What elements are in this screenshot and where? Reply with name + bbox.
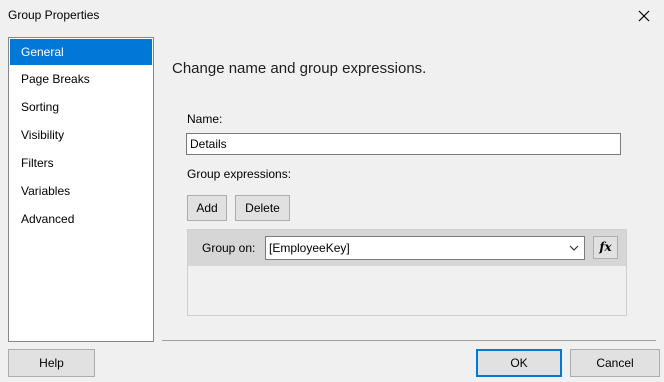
group-properties-dialog: Group Properties General Page Breaks Sor… — [0, 0, 664, 382]
name-label: Name: — [187, 112, 223, 126]
group-on-combobox[interactable]: [EmployeeKey] — [265, 236, 585, 260]
expression-button[interactable]: fx — [593, 236, 618, 259]
close-button[interactable] — [628, 0, 660, 32]
footer-separator — [162, 340, 656, 341]
name-field[interactable]: Details — [186, 133, 621, 155]
close-icon — [638, 10, 650, 22]
sidebar-item-variables[interactable]: Variables — [9, 177, 153, 205]
chevron-down-icon[interactable] — [568, 242, 580, 254]
sidebar-item-sorting[interactable]: Sorting — [9, 93, 153, 121]
help-button[interactable]: Help — [8, 349, 95, 377]
dialog-title: Group Properties — [8, 8, 100, 22]
sidebar-item-visibility[interactable]: Visibility — [9, 121, 153, 149]
delete-button[interactable]: Delete — [235, 195, 290, 221]
sidebar-item-page-breaks[interactable]: Page Breaks — [9, 65, 153, 93]
group-on-label: Group on: — [202, 241, 256, 255]
cancel-button[interactable]: Cancel — [570, 349, 660, 377]
ok-button[interactable]: OK — [476, 349, 562, 377]
page-heading: Change name and group expressions. — [172, 60, 427, 77]
fx-icon: fx — [599, 240, 612, 254]
sidebar-item-advanced[interactable]: Advanced — [9, 205, 153, 233]
group-expressions-grid: Group on: [EmployeeKey] fx — [187, 229, 627, 316]
group-on-value: [EmployeeKey] — [269, 241, 350, 255]
sidebar-nav: General Page Breaks Sorting Visibility F… — [8, 37, 154, 342]
add-button[interactable]: Add — [187, 195, 227, 221]
sidebar-item-general[interactable]: General — [10, 39, 152, 65]
group-expressions-label: Group expressions: — [187, 167, 292, 181]
group-expression-row[interactable]: Group on: [EmployeeKey] fx — [188, 230, 626, 266]
sidebar-item-filters[interactable]: Filters — [9, 149, 153, 177]
